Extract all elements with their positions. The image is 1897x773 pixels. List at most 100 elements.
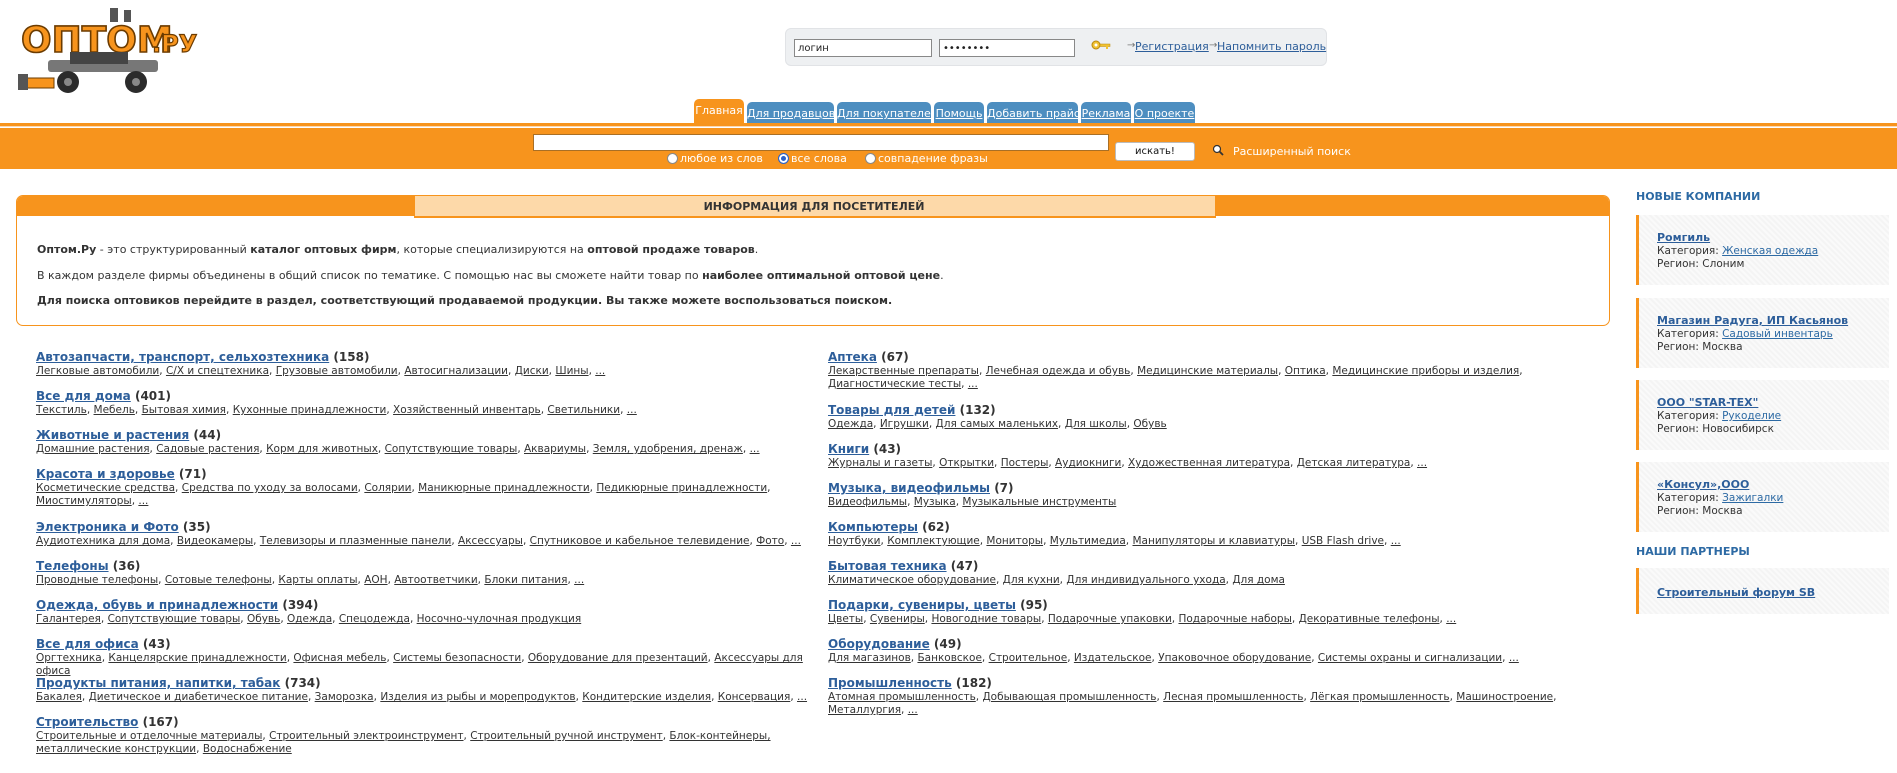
subcategory-link[interactable]: Аудиотехника для дома [36, 535, 170, 547]
subcategory-link[interactable]: Упаковочное оборудование [1158, 652, 1311, 664]
category-link[interactable]: Телефоны [36, 559, 109, 573]
subcategory-link[interactable]: Детская литература [1297, 457, 1411, 469]
subcategory-link[interactable]: Ноутбуки [828, 535, 881, 547]
subcategory-link[interactable]: ... [574, 574, 584, 586]
category-link[interactable]: Книги [828, 442, 869, 456]
subcategory-link[interactable]: Аудиокниги [1055, 457, 1121, 469]
category-link[interactable]: Красота и здоровье [36, 467, 175, 481]
category-link[interactable]: Музыка, видеофильмы [828, 481, 990, 495]
subcategory-link[interactable]: Для самых маленьких [936, 418, 1059, 430]
subcategory-link[interactable]: Маникюрные принадлежности [418, 482, 590, 494]
subcategory-link[interactable]: Оптика [1285, 365, 1326, 377]
subcategory-link[interactable]: Кухонные принадлежности [233, 404, 387, 416]
category-link[interactable]: Товары для детей [828, 403, 955, 417]
subcategory-link[interactable]: Фото [756, 535, 784, 547]
subcategory-link[interactable]: Консервация [718, 691, 791, 703]
category-link[interactable]: Бытовая техника [828, 559, 947, 573]
subcategory-link[interactable]: Сопутствующие товары [385, 443, 518, 455]
subcategory-link[interactable]: Спецодежда [339, 613, 410, 625]
company-category-link[interactable]: Рукоделие [1722, 410, 1781, 422]
radio-button-selected[interactable] [778, 153, 789, 164]
subcategory-link[interactable]: Видеокамеры [177, 535, 253, 547]
subcategory-link[interactable]: ... [791, 535, 801, 547]
subcategory-link[interactable]: Атомная промышленность [828, 691, 976, 703]
subcategory-link[interactable]: USB Flash drive [1302, 535, 1384, 547]
company-name-link[interactable]: Ромгиль [1657, 231, 1710, 244]
subcategory-link[interactable]: Банковское [917, 652, 981, 664]
subcategory-link[interactable]: Корм для животных [266, 443, 378, 455]
subcategory-link[interactable]: Грузовые автомобили [276, 365, 398, 377]
radio-all-words[interactable]: все слова [778, 152, 847, 165]
subcategory-link[interactable]: Канцелярские принадлежности [108, 652, 286, 664]
subcategory-link[interactable]: ... [627, 404, 637, 416]
subcategory-link[interactable]: Диски [515, 365, 549, 377]
subcategory-link[interactable]: Косметические средства [36, 482, 175, 494]
tab-help[interactable]: Помощь [934, 102, 984, 123]
subcategory-link[interactable]: Домашние растения [36, 443, 150, 455]
tab-add-price[interactable]: Добавить прайс [987, 102, 1080, 123]
subcategory-link[interactable]: Сотовые телефоны [165, 574, 272, 586]
subcategory-link[interactable]: Обувь [1133, 418, 1166, 430]
subcategory-link[interactable]: Лечебная одежда и обувь [986, 365, 1131, 377]
subcategory-link[interactable]: Цветы [828, 613, 863, 625]
category-link[interactable]: Автозапчасти, транспорт, сельхозтехника [36, 350, 329, 364]
subcategory-link[interactable]: ... [138, 495, 148, 507]
subcategory-link[interactable]: ... [797, 691, 807, 703]
category-link[interactable]: Все для дома [36, 389, 131, 403]
subcategory-link[interactable]: Галантерея [36, 613, 101, 625]
subcategory-link[interactable]: Строительные и отделочные материалы [36, 730, 262, 742]
subcategory-link[interactable]: Диетическое и диабетическое питание [89, 691, 308, 703]
subcategory-link[interactable]: Лекарственные препараты [828, 365, 979, 377]
subcategory-link[interactable]: Одежда [828, 418, 873, 430]
subcategory-link[interactable]: ... [1391, 535, 1401, 547]
subcategory-link[interactable]: Спутниковое и кабельное телевидение [530, 535, 750, 547]
search-input[interactable] [533, 134, 1109, 151]
subcategory-link[interactable]: Для школы [1065, 418, 1127, 430]
subcategory-link[interactable]: Подарочные упаковки [1048, 613, 1172, 625]
category-link[interactable]: Оборудование [828, 637, 930, 651]
subcategory-link[interactable]: Носочно-чулочная продукция [417, 613, 582, 625]
remind-password-link[interactable]: Напомнить пароль [1217, 40, 1326, 53]
subcategory-link[interactable]: Хозяйственный инвентарь [393, 404, 541, 416]
partner-link[interactable]: Строительный форум SB [1657, 586, 1815, 599]
subcategory-link[interactable]: Манипуляторы и клавиатуры [1132, 535, 1295, 547]
radio-exact-phrase[interactable]: совпадение фразы [865, 152, 988, 165]
subcategory-link[interactable]: Автоответчики [394, 574, 477, 586]
category-link[interactable]: Одежда, обувь и принадлежности [36, 598, 278, 612]
subcategory-link[interactable]: ... [750, 443, 760, 455]
subcategory-link[interactable]: Лесная промышленность [1163, 691, 1303, 703]
subcategory-link[interactable]: Кондитерские изделия [582, 691, 711, 703]
subcategory-link[interactable]: Сопутствующие товары [108, 613, 241, 625]
subcategory-link[interactable]: Медицинские приборы и изделия [1332, 365, 1519, 377]
tab-home[interactable]: Главная [694, 99, 744, 123]
company-category-link[interactable]: Садовый инвентарь [1722, 328, 1833, 340]
subcategory-link[interactable]: Журналы и газеты [828, 457, 932, 469]
subcategory-link[interactable]: Игрушки [880, 418, 929, 430]
subcategory-link[interactable]: Бытовая химия [142, 404, 226, 416]
subcategory-link[interactable]: Системы безопасности [393, 652, 521, 664]
subcategory-link[interactable]: Оргтехника [36, 652, 102, 664]
subcategory-link[interactable]: Музыкальные инструменты [962, 496, 1116, 508]
subcategory-link[interactable]: Строительное [989, 652, 1068, 664]
subcategory-link[interactable]: Для кухни [1003, 574, 1060, 586]
subcategory-link[interactable]: Новогодние товары [931, 613, 1041, 625]
subcategory-link[interactable]: Видеофильмы [828, 496, 907, 508]
category-link[interactable]: Аптека [828, 350, 877, 364]
category-link[interactable]: Строительство [36, 715, 138, 729]
site-logo[interactable]: ОПТОМ .РУ [18, 8, 203, 98]
subcategory-link[interactable]: Офисная мебель [293, 652, 386, 664]
category-link[interactable]: Все для офиса [36, 637, 139, 651]
subcategory-link[interactable]: Для индивидуального ухода [1066, 574, 1225, 586]
tab-ads[interactable]: Реклама [1081, 102, 1131, 123]
subcategory-link[interactable]: Садовые растения [156, 443, 259, 455]
subcategory-link[interactable]: Карты оплаты [278, 574, 357, 586]
category-link[interactable]: Промышленность [828, 676, 952, 690]
subcategory-link[interactable]: Металлургия [828, 704, 901, 716]
subcategory-link[interactable]: ... [595, 365, 605, 377]
company-category-link[interactable]: Зажигалки [1722, 492, 1783, 504]
subcategory-link[interactable]: Блоки питания [484, 574, 567, 586]
subcategory-link[interactable]: Аксессуары [458, 535, 523, 547]
category-link[interactable]: Электроника и Фото [36, 520, 179, 534]
subcategory-link[interactable]: ... [968, 378, 978, 390]
search-button[interactable]: искать! [1115, 142, 1195, 161]
